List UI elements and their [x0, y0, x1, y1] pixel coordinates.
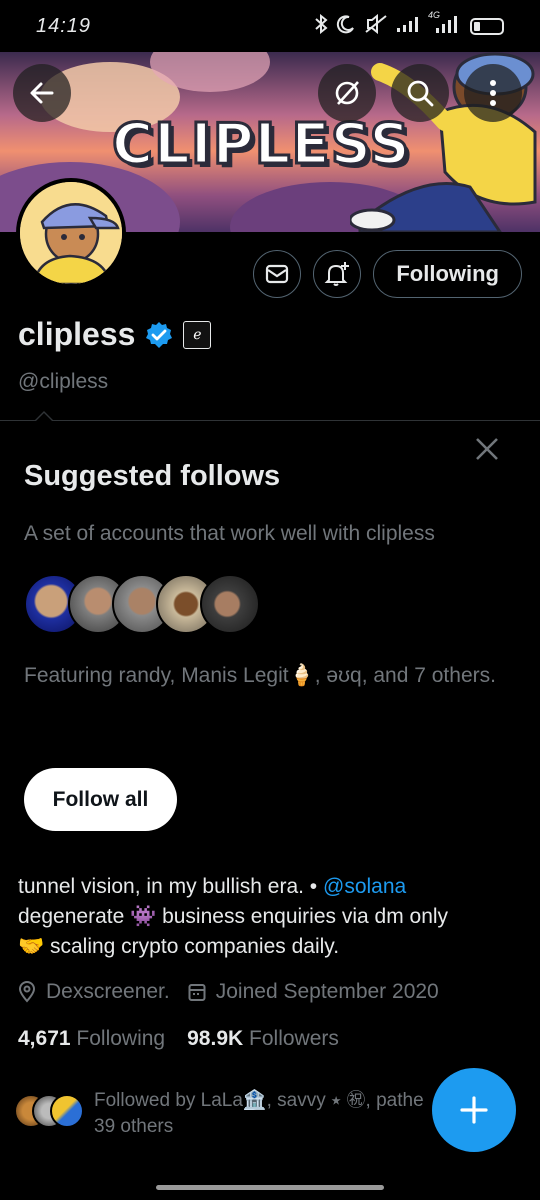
profile-bio: tunnel vision, in my bullish era. • @sol…	[18, 872, 523, 962]
bell-plus-icon	[324, 262, 350, 286]
plus-icon	[460, 1096, 488, 1124]
status-icons: 4G	[314, 10, 504, 39]
status-bar: 14:19 4G	[0, 0, 540, 52]
followed-by-line: Followed by LaLa🏦, savvy ⭑ ㊗, pathe	[94, 1090, 424, 1111]
4g-signal-icon: 4G	[428, 10, 462, 39]
suggested-follows-title: Suggested follows	[24, 460, 281, 492]
suggested-featuring: Featuring randy, Manis Legit🍦, əʊq, and …	[24, 664, 496, 687]
suggested-avatars[interactable]	[24, 574, 284, 634]
grok-icon	[335, 81, 359, 105]
profile-meta: Dexscreener. Joined September 2020	[18, 980, 457, 1004]
name-row: clipless ℯ	[18, 316, 212, 353]
calendar-icon	[188, 984, 206, 1001]
bio-text: 🤝 scaling crypto companies daily.	[18, 935, 340, 958]
status-time: 14:19	[36, 14, 92, 37]
location-item: Dexscreener.	[18, 980, 170, 1004]
verified-badge-icon[interactable]	[145, 321, 173, 349]
home-indicator[interactable]	[156, 1185, 384, 1190]
mail-icon	[266, 264, 289, 284]
suggestion-pointer-fill	[36, 413, 52, 421]
followed-by-text: Followed by LaLa🏦, savvy ⭑ ㊗, pathe 39 o…	[94, 1088, 444, 1140]
following-stat-label: Following	[76, 1027, 166, 1050]
search-button[interactable]	[391, 64, 449, 122]
compose-post-button[interactable]	[432, 1068, 516, 1152]
following-button[interactable]: Following	[373, 250, 522, 298]
signal-icon	[396, 15, 420, 38]
followers-count: 98.9K	[187, 1027, 244, 1050]
close-icon	[476, 438, 498, 460]
divider	[0, 420, 540, 421]
battery-icon	[470, 17, 504, 35]
arrow-left-icon	[30, 82, 54, 104]
more-vertical-icon	[490, 80, 496, 106]
avatar[interactable]	[16, 178, 126, 288]
dismiss-suggestions-button[interactable]	[472, 434, 502, 464]
location-text: Dexscreener.	[46, 980, 170, 1003]
followers-stat-label: Followers	[249, 1027, 339, 1050]
joined-item: Joined September 2020	[188, 980, 439, 1004]
followed-by[interactable]: Followed by LaLa🏦, savvy ⭑ ㊗, pathe 39 o…	[14, 1088, 444, 1140]
profile-actions: Following	[253, 250, 522, 298]
following-stat[interactable]: 4,671 Following	[18, 1027, 165, 1051]
mute-icon	[364, 13, 388, 39]
following-count: 4,671	[18, 1027, 71, 1050]
suggested-follows-description: A set of accounts that work well with cl…	[24, 522, 435, 545]
handle: @clipless	[18, 370, 109, 393]
notifications-button[interactable]	[313, 250, 362, 298]
bluetooth-icon	[314, 13, 328, 39]
search-icon	[407, 80, 434, 107]
followed-by-avatars	[14, 1094, 86, 1130]
avatar	[200, 574, 260, 634]
joined-text: Joined September 2020	[215, 980, 439, 1003]
bio-text: tunnel vision, in my bullish era. •	[18, 875, 323, 898]
avatar-image	[20, 182, 122, 284]
grok-button[interactable]	[318, 64, 376, 122]
affiliate-badge-icon[interactable]: ℯ	[183, 320, 212, 349]
message-button[interactable]	[253, 250, 302, 298]
followed-by-line: 39 others	[94, 1116, 174, 1137]
location-pin-icon	[18, 981, 36, 1003]
more-button[interactable]	[464, 64, 522, 122]
moon-icon	[336, 14, 356, 39]
display-name: clipless	[18, 316, 136, 352]
avatar	[50, 1094, 84, 1128]
bio-text: degenerate 👾 business enquiries via dm o…	[18, 905, 449, 928]
follow-all-button[interactable]: Follow all	[24, 768, 177, 831]
back-button[interactable]	[13, 64, 71, 122]
network-label: 4G	[428, 9, 441, 20]
profile-stats: 4,671 Following 98.9K Followers	[18, 1027, 339, 1051]
followers-stat[interactable]: 98.9K Followers	[187, 1027, 339, 1051]
mention-link[interactable]: @solana	[323, 875, 406, 898]
